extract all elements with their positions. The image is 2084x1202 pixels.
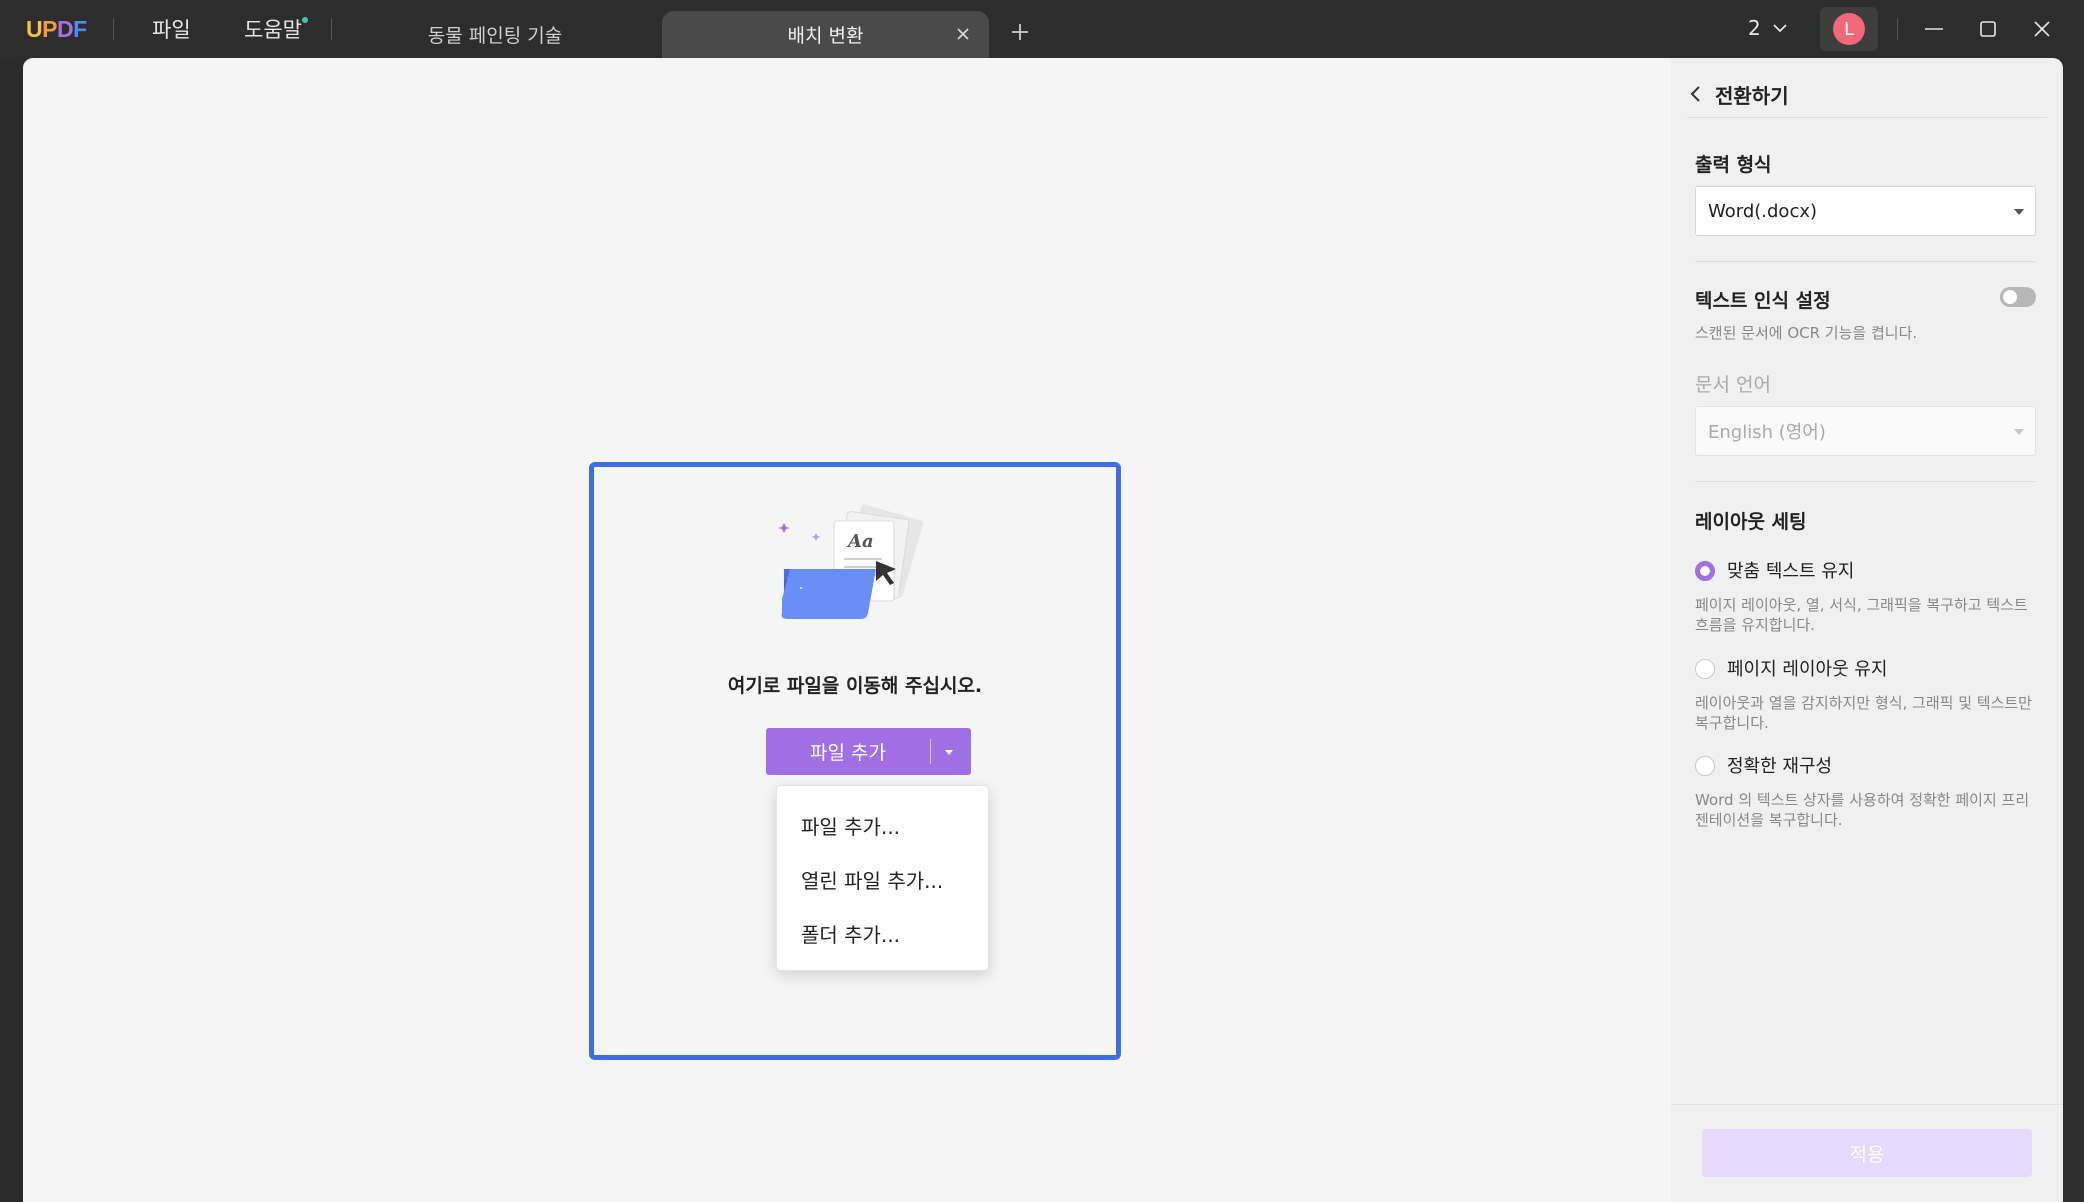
radio-description: Word 의 텍스트 상자를 사용하여 정확한 페이지 프리젠테이션을 복구합니… [1695,791,2030,829]
section-divider [1695,481,2036,482]
close-window-icon[interactable] [2030,17,2054,41]
button-divider [930,739,931,764]
logo-letter-d: D [56,16,74,42]
caret-down-icon [2014,209,2024,215]
titlebar-divider [113,18,114,40]
window-count[interactable]: 2 [1748,16,1787,40]
avatar: L [1833,13,1865,45]
menu-item-add-open-files[interactable]: 열린 파일 추가... [777,853,988,905]
svg-text:Aa: Aa [846,531,874,552]
radio-description: 레이아웃과 열을 감지하지만 형식, 그래픽 및 텍스트만 복구합니다. [1695,694,2032,732]
titlebar-divider [331,18,332,40]
radio-label[interactable]: 맞춤 텍스트 유지 [1727,557,1854,583]
document-language-select[interactable]: English (영어) [1695,406,2036,456]
menu-item-add-file[interactable]: 파일 추가... [777,799,988,851]
window-count-value: 2 [1748,16,1761,40]
add-file-label: 파일 추가 [810,742,886,764]
apply-button[interactable]: 적용 [1702,1129,2032,1177]
toggle-knob [2003,290,2017,304]
user-avatar-button[interactable]: L [1820,7,1878,51]
minimize-icon[interactable] [1922,17,1946,41]
updf-logo[interactable]: UPDF [26,16,87,43]
ocr-hint: 스캔된 문서에 OCR 기능을 켭니다. [1695,324,1918,342]
radio-label[interactable]: 페이지 레이아웃 유지 [1727,655,1887,681]
output-format-value: Word(.docx) [1708,200,1818,222]
add-file-dropdown-menu: 파일 추가... 열린 파일 추가... 폴더 추가... [776,785,989,971]
tab-label: 동물 페인팅 기술 [427,25,563,47]
add-file-button[interactable]: 파일 추가 [766,728,971,775]
section-divider [1695,261,2036,262]
logo-letter-p: P [42,16,57,42]
panel-title: 전환하기 [1715,84,1789,108]
maximize-icon[interactable] [1976,17,2000,41]
logo-letter-u: U [26,16,43,42]
output-format-label: 출력 형식 [1695,154,1772,176]
panel-header: 전환하기 [1687,74,2047,118]
titlebar-divider [1897,18,1898,40]
layout-settings-label: 레이아웃 세팅 [1695,511,1807,533]
ocr-settings-label: 텍스트 인식 설정 [1695,290,1831,312]
chevron-down-icon [1773,24,1787,33]
caret-down-icon[interactable] [942,746,956,758]
folder-documents-illustration: Aa [778,504,924,619]
caret-down-icon [2014,429,2024,435]
window-right-edge [2063,58,2084,1202]
tab-batch-convert[interactable]: 배치 변환 [662,11,989,58]
close-tab-icon[interactable] [953,24,973,44]
tab-label: 배치 변환 [787,25,864,47]
back-arrow-icon[interactable] [1687,84,1705,104]
help-notification-dot [302,17,308,23]
radio-keep-page-layout[interactable] [1695,659,1715,679]
menu-file[interactable]: 파일 [152,14,191,44]
radio-keep-flowing-text[interactable] [1695,561,1715,581]
document-language-label: 문서 언어 [1695,374,1771,396]
output-format-select[interactable]: Word(.docx) [1695,186,2036,236]
menu-help[interactable]: 도움말 [244,14,302,44]
menu-item-add-folder[interactable]: 폴더 추가... [777,907,988,959]
logo-letter-f: F [73,16,87,42]
radio-description: 페이지 레이아웃, 열, 서식, 그래픽을 복구하고 텍스트 흐름을 유지합니다… [1695,596,2028,634]
radio-label[interactable]: 정확한 재구성 [1727,752,1832,778]
document-language-value: English (영어) [1708,422,1826,443]
convert-settings-panel: 전환하기 출력 형식 Word(.docx) 텍스트 인식 설정 스캔된 문서에… [1671,58,2063,1202]
file-drop-zone[interactable]: Aa 여기로 파일을 이동해 주십시오. 파일 추가 파일 추가... 열린 파… [589,462,1121,1060]
ocr-toggle[interactable] [2000,287,2036,307]
tab-animal-painting[interactable]: 동물 페인팅 기술 [380,11,610,58]
title-bar: UPDF 파일 도움말 동물 페인팅 기술 배치 변환 2 L [0,0,2084,58]
panel-footer-divider [1671,1104,2063,1105]
drop-instruction: 여기로 파일을 이동해 주십시오. [727,675,983,697]
add-tab-icon[interactable] [1008,20,1032,44]
main-canvas: Aa 여기로 파일을 이동해 주십시오. 파일 추가 파일 추가... 열린 파… [23,58,1671,1202]
radio-exact-reconstruction[interactable] [1695,756,1715,776]
